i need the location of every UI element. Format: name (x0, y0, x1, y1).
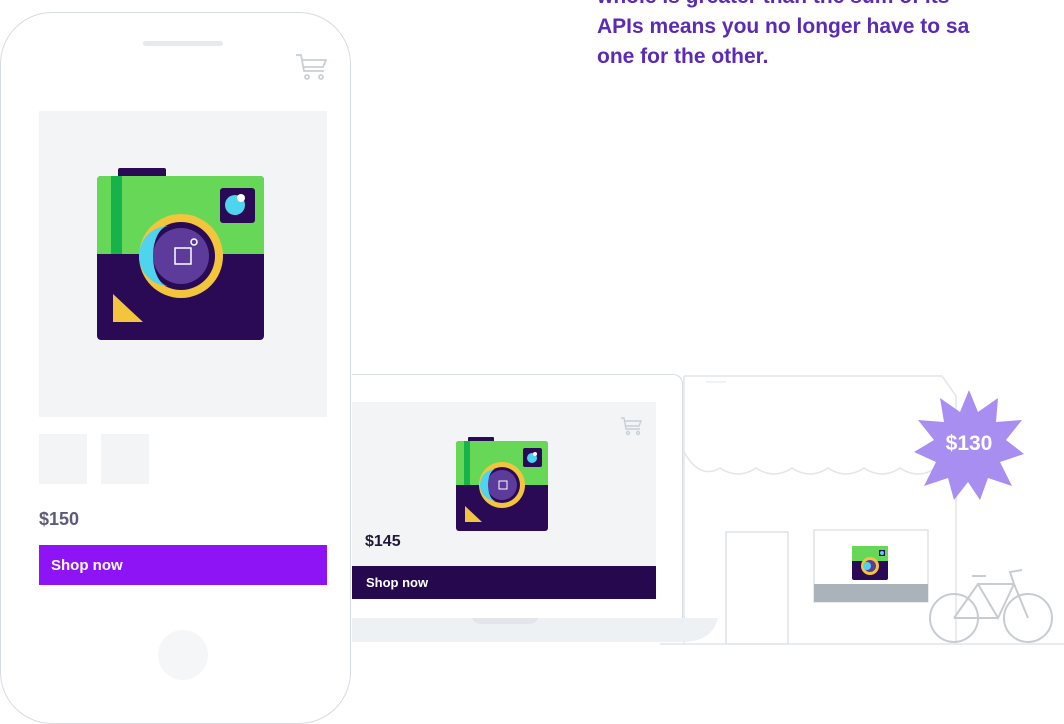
sale-badge-price: $130 (945, 432, 993, 455)
camera-icon (456, 437, 548, 531)
store-window-camera-icon (852, 546, 888, 580)
cart-icon[interactable] (295, 53, 327, 81)
headline-line-1: whole is greater than the sum of its (597, 0, 1064, 12)
phone-frame: $150 Shop now (0, 12, 351, 724)
laptop-base (352, 618, 718, 642)
bicycle-icon (929, 569, 1053, 643)
product-thumbnail[interactable] (39, 434, 87, 484)
product-thumbnail[interactable] (101, 434, 149, 484)
phone-product-price: $150 (39, 509, 80, 529)
headline-line-3: one for the other. (597, 45, 769, 68)
phone-home-button[interactable] (158, 630, 208, 680)
cart-icon[interactable] (620, 416, 642, 436)
headline: whole is greater than the sum of its API… (597, 0, 1064, 72)
camera-icon (97, 168, 264, 340)
phone-speaker (143, 41, 223, 46)
phone-shop-now-button[interactable]: Shop now (39, 545, 327, 585)
laptop-product-price: $145 (365, 533, 401, 550)
headline-line-2: APIs means you no longer have to sa (597, 15, 970, 38)
laptop-shop-now-button[interactable]: Shop now (352, 566, 656, 599)
